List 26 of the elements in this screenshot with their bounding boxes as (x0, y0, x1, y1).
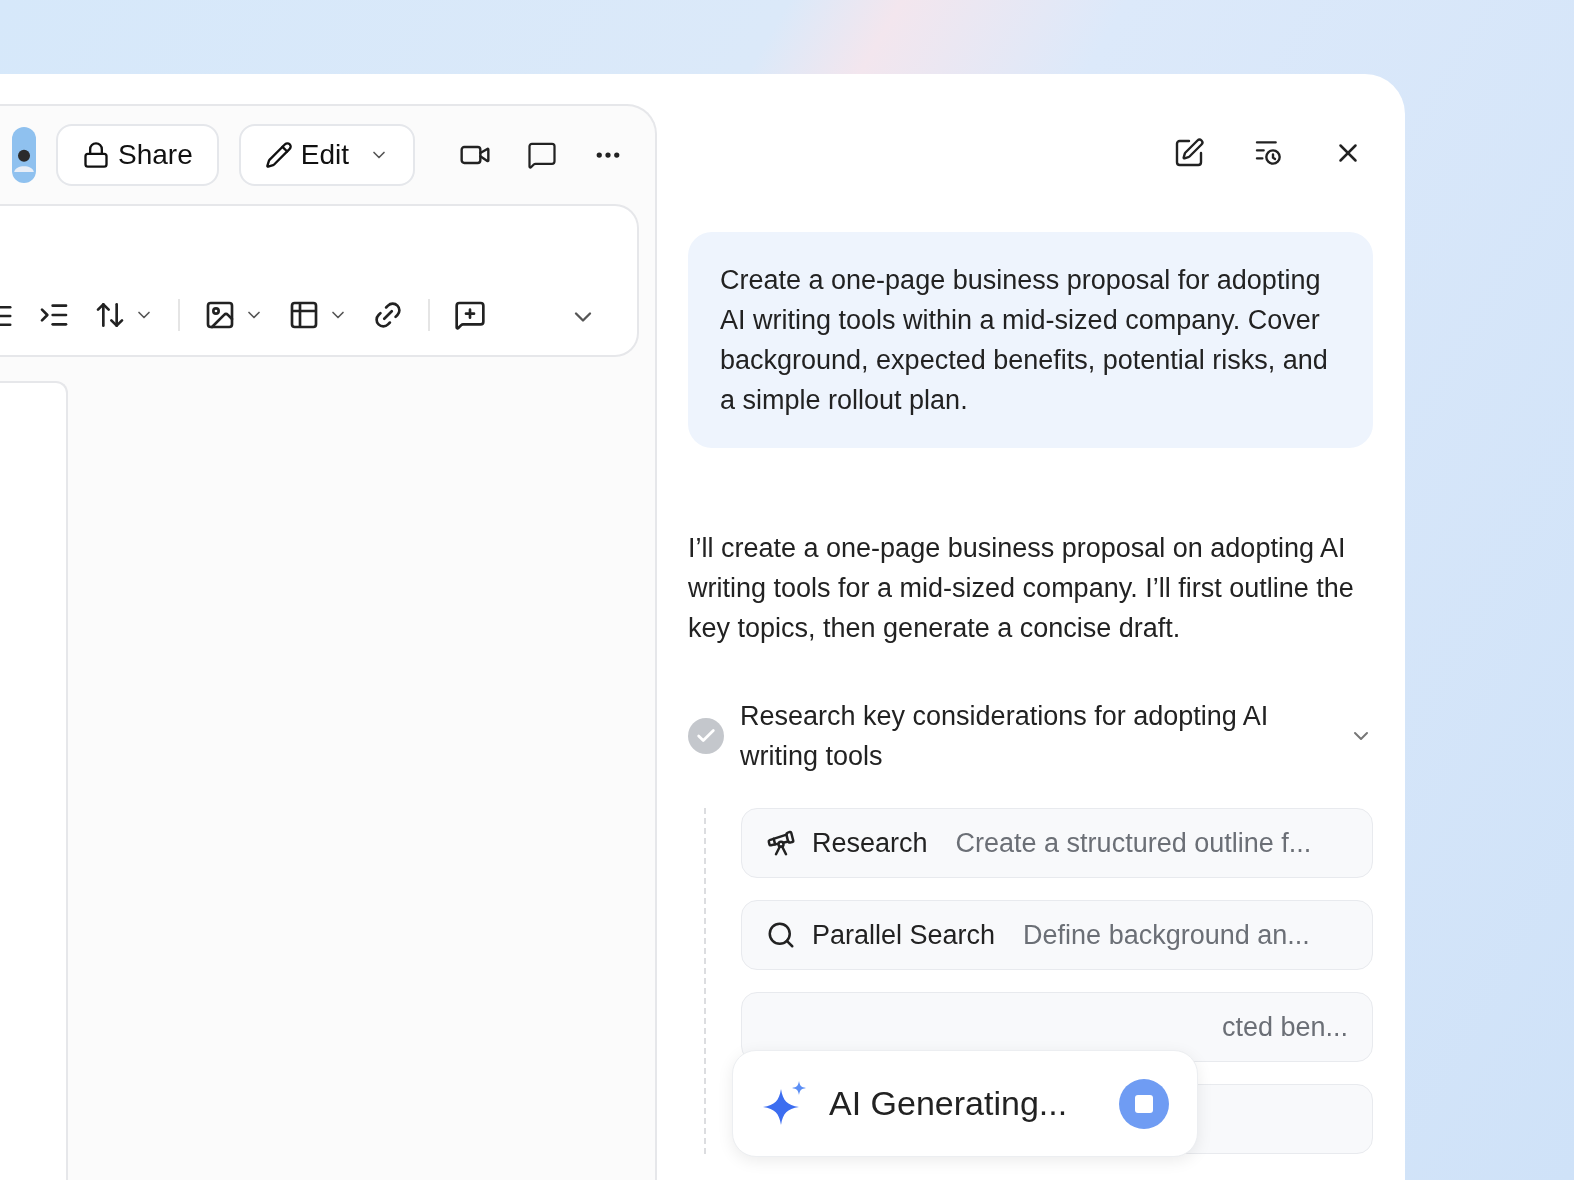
task-detail: Create a structured outline f... (955, 826, 1312, 860)
table-icon[interactable] (288, 299, 320, 331)
avatar[interactable] (12, 127, 37, 183)
pencil-icon (264, 141, 293, 169)
status-label: AI Generating... (829, 1083, 1068, 1124)
task-detail: cted ben... (1221, 1010, 1348, 1044)
task-name: Parallel Search (812, 918, 996, 952)
step-title: Research key considerations for adopting AI writing tools (740, 700, 1270, 773)
share-button[interactable]: Share (56, 124, 219, 186)
search-icon (766, 920, 796, 950)
stop-icon (1135, 1094, 1153, 1113)
task-row[interactable]: Parallel Search Define background an... (741, 900, 1373, 970)
step-row[interactable]: Research key considerations for adopting AI writing tools (688, 696, 1373, 776)
stop-button[interactable] (1119, 1078, 1169, 1129)
task-detail: Define background an... (1023, 918, 1310, 952)
telescope-icon (766, 828, 796, 858)
task-name: Research (812, 826, 928, 860)
new-chat-icon[interactable] (1173, 137, 1205, 169)
lock-icon (82, 141, 111, 169)
task-row[interactable]: Research Create a structured outline f... (741, 808, 1373, 878)
add-comment-icon[interactable] (454, 299, 486, 331)
user-message: Create a one-page business proposal for adopting AI writing tools within a mid-sized company. Cover background, expected benefits, potential risks, and a simple rollout plan. (688, 232, 1373, 448)
assistant-reply: I’ll create a one-page business proposal on adopting AI writing tools for a mid-sized company. I’ll first outline the key topics, then generate a concise draft. (688, 532, 1355, 645)
comment-icon[interactable] (527, 140, 557, 170)
edit-button[interactable]: Edit (238, 124, 415, 186)
image-icon[interactable] (204, 299, 236, 331)
